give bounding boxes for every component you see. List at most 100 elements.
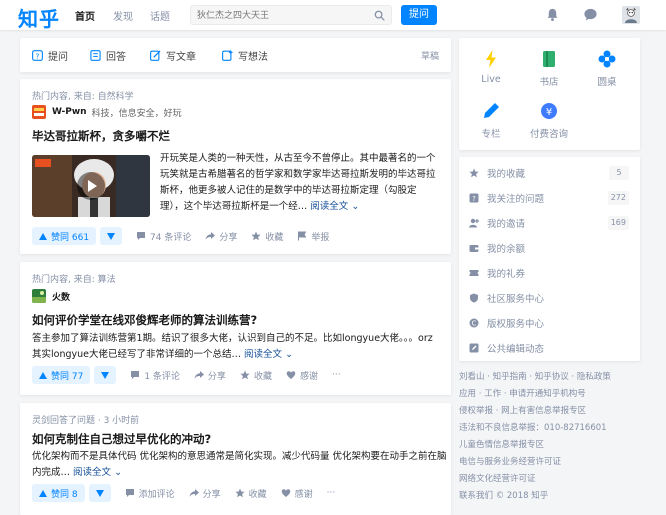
sidebar-item-collections[interactable]: 我的收藏 5 bbox=[469, 163, 629, 183]
downvote-icon bbox=[95, 489, 104, 497]
feed-title[interactable]: 毕达哥拉斯杯，贪多嚼不烂 bbox=[32, 128, 170, 144]
read-more-link[interactable]: 阅读全文 ⌄ bbox=[73, 467, 122, 478]
footer-line[interactable]: 电信与服务业务经营许可证 bbox=[459, 455, 561, 467]
sidebar-paid-consult[interactable]: ¥ 付费咨询 bbox=[519, 100, 579, 140]
feed-source: 热门内容, 来自: 自然科学 bbox=[32, 92, 134, 102]
composer-bar: ? 提问 回答 写文章 写想法 草稿 bbox=[20, 38, 451, 72]
read-more-link[interactable]: 阅读全文 ⌄ bbox=[244, 349, 293, 360]
footer-line[interactable]: 网络文化经营许可证 bbox=[459, 472, 536, 484]
more-icon: ··· bbox=[331, 370, 341, 380]
share-label: 分享 bbox=[207, 371, 226, 382]
lightning-icon bbox=[486, 50, 496, 68]
sidebar-column[interactable]: 专栏 bbox=[461, 100, 521, 140]
composer-write-article-label: 写文章 bbox=[166, 52, 196, 63]
sidebar-item-balance[interactable]: 我的余额 bbox=[469, 238, 629, 258]
avatar[interactable] bbox=[32, 289, 46, 303]
add-user-icon bbox=[469, 218, 479, 228]
thanks-button[interactable]: 感谢 bbox=[281, 487, 313, 500]
user-avatar-icon[interactable] bbox=[622, 6, 640, 24]
avatar[interactable] bbox=[32, 105, 46, 119]
author-name[interactable]: W-Pwn bbox=[52, 107, 87, 117]
search-icon[interactable] bbox=[374, 10, 385, 21]
sidebar-item-followed-questions[interactable]: ? 我关注的问题 272 bbox=[469, 188, 629, 208]
drafts-link[interactable]: 草稿 bbox=[421, 49, 439, 62]
action-bar: 赞同 77 1 条评论 分享 收藏 感谢 ··· bbox=[32, 366, 341, 384]
excerpt-line: 玩笑就是古希腊著名的哲学家和数学家毕达哥拉斯发明的毕达哥拉 bbox=[160, 169, 436, 180]
report-button[interactable]: 举报 bbox=[297, 230, 329, 243]
message-icon[interactable] bbox=[583, 7, 598, 22]
play-icon[interactable] bbox=[77, 172, 105, 200]
sidebar-item-copyright-center[interactable]: C 版权服务中心 bbox=[469, 313, 629, 333]
downvote-button[interactable] bbox=[88, 484, 111, 502]
author-row: W-Pwn 科技，信息安全，好玩 bbox=[32, 105, 182, 119]
sidebar-bookstore-label: 书店 bbox=[539, 77, 559, 88]
comment-button[interactable]: 1 条评论 bbox=[130, 369, 180, 382]
feed-title[interactable]: 如何克制住自己想过早优化的冲动? bbox=[32, 431, 211, 447]
top-bar: 知乎 首页 发现 话题 提问 bbox=[0, 0, 666, 32]
footer-line[interactable]: 应用 · 工作 · 申请开通知乎机构号 bbox=[459, 387, 586, 399]
ask-question-button[interactable]: 提问 bbox=[401, 5, 437, 25]
footer-line[interactable]: 侵权举报 · 网上有害信息举报专区 bbox=[459, 404, 586, 416]
zhihu-logo[interactable]: 知乎 bbox=[18, 3, 60, 32]
downvote-button[interactable] bbox=[100, 227, 123, 245]
feed-title[interactable]: 如何评价学堂在线邓俊辉老师的算法训练营? bbox=[32, 312, 257, 328]
footer-line[interactable]: 刘看山 · 知乎指南 · 知乎协议 · 隐私政策 bbox=[459, 370, 611, 382]
collect-button[interactable]: 收藏 bbox=[240, 369, 272, 382]
comment-count: 74 条评论 bbox=[150, 232, 192, 243]
nav-home[interactable]: 首页 bbox=[75, 8, 95, 23]
more-button[interactable]: ··· bbox=[327, 488, 336, 498]
sidebar-bookstore[interactable]: 书店 bbox=[519, 48, 579, 88]
footer-line: 联系我们 © 2018 知乎 bbox=[459, 491, 549, 501]
read-more-label: 阅读全文 bbox=[310, 201, 349, 212]
sidebar-item-coupons[interactable]: 我的礼券 bbox=[469, 263, 629, 283]
composer-write-idea[interactable]: 写想法 bbox=[222, 48, 268, 63]
sidebar-paid-consult-label: 付费咨询 bbox=[529, 129, 568, 140]
collect-button[interactable]: 收藏 bbox=[251, 230, 283, 243]
collect-label: 收藏 bbox=[253, 371, 272, 382]
sidebar-roundtable[interactable]: 圆桌 bbox=[577, 48, 637, 88]
share-button[interactable]: 分享 bbox=[194, 369, 226, 382]
search-input[interactable] bbox=[197, 9, 367, 22]
upvote-button[interactable]: 赞同 8 bbox=[32, 484, 85, 502]
sidebar-live[interactable]: Live bbox=[461, 48, 521, 85]
heart-icon bbox=[281, 489, 290, 497]
svg-text:?: ? bbox=[472, 195, 476, 203]
composer-answer[interactable]: 回答 bbox=[90, 48, 126, 63]
question-icon: ? bbox=[469, 193, 479, 203]
sidebar-item-invitations[interactable]: 我的邀请 169 bbox=[469, 213, 629, 233]
upvote-count: 赞同 661 bbox=[51, 232, 90, 243]
svg-text:¥: ¥ bbox=[546, 107, 552, 118]
thanks-button[interactable]: 感谢 bbox=[286, 369, 318, 382]
roundtable-icon bbox=[598, 50, 616, 68]
bell-icon[interactable] bbox=[545, 7, 560, 22]
share-button[interactable]: 分享 bbox=[189, 487, 221, 500]
composer-ask[interactable]: ? 提问 bbox=[32, 48, 68, 63]
sidebar-item-community-center[interactable]: 社区服务中心 bbox=[469, 288, 629, 308]
more-button[interactable]: ··· bbox=[332, 370, 341, 380]
read-more-link[interactable]: 阅读全文 ⌄ bbox=[310, 201, 359, 212]
author-name[interactable]: 火数 bbox=[52, 290, 70, 303]
video-thumbnail[interactable] bbox=[32, 155, 150, 217]
upvote-count: 赞同 8 bbox=[51, 489, 78, 500]
collect-button[interactable]: 收藏 bbox=[235, 487, 267, 500]
footer-line[interactable]: 儿童色情信息举报专区 bbox=[459, 438, 544, 450]
excerpt-line: 其实longyue大佬已经写了非常详细的一个总结… 阅读全文 ⌄ bbox=[32, 347, 447, 363]
upvote-button[interactable]: 赞同 661 bbox=[32, 227, 97, 245]
footer-line[interactable]: 违法和不良信息举报：010-82716601 bbox=[459, 421, 607, 433]
nav-topics[interactable]: 话题 bbox=[150, 8, 170, 23]
coin-icon: ¥ bbox=[541, 103, 557, 119]
upvote-icon bbox=[39, 371, 47, 379]
ticket-icon bbox=[469, 270, 479, 276]
comment-button[interactable]: 74 条评论 bbox=[136, 230, 191, 243]
comment-icon bbox=[131, 371, 140, 379]
comment-button[interactable]: 添加评论 bbox=[125, 487, 175, 500]
nav-discover[interactable]: 发现 bbox=[113, 8, 133, 23]
share-button[interactable]: 分享 bbox=[205, 230, 237, 243]
upvote-button[interactable]: 赞同 77 bbox=[32, 366, 91, 384]
downvote-button[interactable] bbox=[94, 366, 117, 384]
composer-write-article[interactable]: 写文章 bbox=[150, 48, 196, 63]
sidebar-item-public-edits[interactable]: 公共编辑动态 bbox=[469, 338, 629, 358]
thanks-label: 感谢 bbox=[299, 371, 318, 382]
read-more-label: 阅读全文 bbox=[244, 349, 283, 360]
comment-count: 1 条评论 bbox=[144, 371, 180, 382]
